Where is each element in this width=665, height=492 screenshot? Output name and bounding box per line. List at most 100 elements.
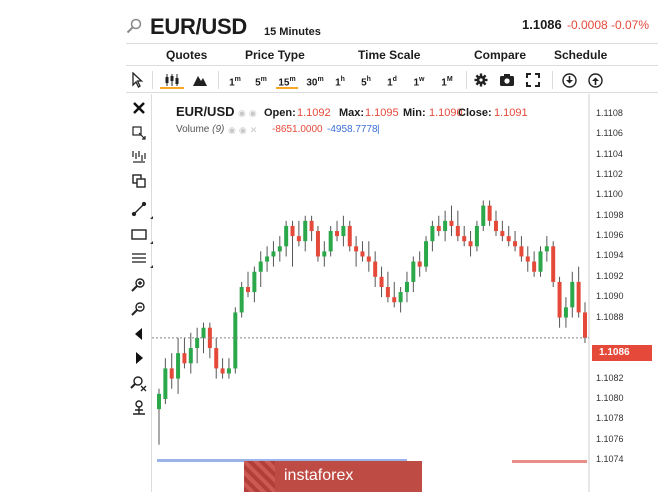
magnet-icon[interactable] xyxy=(130,398,148,416)
horizontal-lines-icon[interactable] xyxy=(130,249,153,268)
trend-line-icon[interactable] xyxy=(130,200,153,219)
candle-bearish xyxy=(214,348,219,369)
price-axis-label: 1.1080 xyxy=(596,392,624,403)
menu-price-type[interactable]: Price Type xyxy=(245,48,305,62)
legend-max-value: 1.1095 xyxy=(365,107,399,119)
timeframe-1d[interactable]: 1d xyxy=(384,71,400,89)
remove-drawings-icon[interactable] xyxy=(130,374,148,392)
settings-gear-icon[interactable] xyxy=(472,71,490,89)
candle-bearish xyxy=(385,287,390,298)
candle-bearish xyxy=(379,276,384,287)
zoom-in-icon[interactable] xyxy=(130,276,148,294)
price-axis-label: 1.1096 xyxy=(596,230,624,241)
candle-bullish xyxy=(252,271,257,293)
candle-bullish xyxy=(430,225,435,242)
candlestick-series xyxy=(157,200,587,445)
candle-bearish xyxy=(500,231,505,237)
candles-icon[interactable] xyxy=(160,71,184,89)
candle-bearish xyxy=(462,236,467,242)
legend-max-label: Max: xyxy=(339,107,365,119)
price-chart[interactable] xyxy=(152,94,658,492)
timeframe-30m[interactable]: 30m xyxy=(304,71,326,89)
volume-strip-negative xyxy=(512,460,587,463)
chart-toolbar: 1m 5m 15m 30m 1h 5h 1d 1w 1M xyxy=(126,67,658,93)
candle-bearish xyxy=(576,281,581,313)
price-axis-label: 1.1090 xyxy=(596,291,624,302)
instrument-symbol[interactable]: EUR/USD xyxy=(150,14,247,40)
timeframe-1w[interactable]: 1w xyxy=(410,71,428,89)
measure-icon[interactable] xyxy=(130,148,148,166)
volume-label: Volume (9) xyxy=(176,124,225,135)
scroll-right-icon[interactable] xyxy=(130,349,148,367)
candle-bearish xyxy=(551,246,556,282)
volume-visibility-icons[interactable]: ◉◉✕ xyxy=(228,125,260,136)
price-axis-label: 1.1088 xyxy=(596,311,624,322)
search-icon[interactable] xyxy=(126,18,142,34)
candle-bullish xyxy=(341,225,346,237)
price-axis-label: 1.1082 xyxy=(596,372,624,383)
candle-bullish xyxy=(424,241,429,267)
candle-bearish xyxy=(493,220,498,232)
menu-time-scale[interactable]: Time Scale xyxy=(358,48,420,62)
candle-bullish xyxy=(188,348,193,364)
instaforex-watermark: instaforex xyxy=(244,461,422,492)
camera-icon[interactable] xyxy=(498,71,516,89)
candle-bullish xyxy=(404,281,409,293)
timeframe-5h[interactable]: 5h xyxy=(358,71,374,89)
timeframe-5m[interactable]: 5m xyxy=(252,71,270,89)
candle-bullish xyxy=(411,261,416,282)
candle-bearish xyxy=(309,220,314,232)
price-axis-label: 1.1104 xyxy=(596,148,623,159)
price-axis-label: 1.1074 xyxy=(596,454,624,464)
price-axis-label: 1.1100 xyxy=(596,189,623,200)
candle-bullish xyxy=(544,246,549,252)
copy-icon[interactable] xyxy=(130,172,148,190)
price-axis-label: 1.1094 xyxy=(596,250,624,261)
upload-icon[interactable] xyxy=(586,71,604,89)
candle-bullish xyxy=(303,220,308,242)
crosshair-zoom-icon[interactable] xyxy=(130,124,148,142)
candle-bearish xyxy=(169,368,174,379)
price-axis-label: 1.1076 xyxy=(596,433,624,444)
drawing-toolbar xyxy=(126,94,153,492)
cursor-icon[interactable] xyxy=(128,71,146,89)
timeframe-1m[interactable]: 1m xyxy=(226,71,244,89)
candle-bullish xyxy=(258,261,263,272)
candle-bearish xyxy=(335,231,340,237)
scroll-left-icon[interactable] xyxy=(130,325,148,343)
area-chart-icon[interactable] xyxy=(190,71,210,89)
timeframe-1h[interactable]: 1h xyxy=(332,71,348,89)
volume-positive: -4958.7778 xyxy=(327,124,378,135)
candle-bearish xyxy=(360,251,365,257)
candle-bearish xyxy=(182,353,187,364)
candle-bullish xyxy=(277,246,282,252)
legend-visibility-icons[interactable]: ◉◉ xyxy=(238,108,260,119)
fullscreen-icon[interactable] xyxy=(524,71,542,89)
menu-quotes[interactable]: Quotes xyxy=(166,48,207,62)
close-icon[interactable] xyxy=(130,99,148,117)
menu-bar: Quotes Price Type Time Scale Compare Sch… xyxy=(126,43,658,66)
candle-bearish xyxy=(532,261,537,272)
rectangle-icon[interactable] xyxy=(130,225,153,244)
price-change-percent: -0.07% xyxy=(611,18,650,32)
menu-schedule[interactable]: Schedule xyxy=(554,48,607,62)
candle-bullish xyxy=(328,231,333,252)
download-icon[interactable] xyxy=(560,71,578,89)
candle-bearish xyxy=(417,261,422,267)
candle-bullish xyxy=(322,251,327,257)
price-axis-label: 1.1092 xyxy=(596,270,624,281)
timeframe-1M[interactable]: 1M xyxy=(438,71,456,89)
candle-bearish xyxy=(487,205,492,221)
candle-bullish xyxy=(163,368,168,399)
candle-bearish xyxy=(525,256,530,262)
candle-bullish xyxy=(481,205,486,226)
price-axis-label: 1.1078 xyxy=(596,413,624,424)
candle-bearish xyxy=(392,297,397,303)
menu-compare[interactable]: Compare xyxy=(474,48,526,62)
candle-bullish xyxy=(157,393,161,410)
zoom-out-icon[interactable] xyxy=(130,300,148,318)
candle-bullish xyxy=(226,368,231,374)
last-price: 1.1086 xyxy=(522,17,562,32)
timeframe-15m[interactable]: 15m xyxy=(276,71,298,89)
price-axis-label: 1.1106 xyxy=(596,128,623,139)
